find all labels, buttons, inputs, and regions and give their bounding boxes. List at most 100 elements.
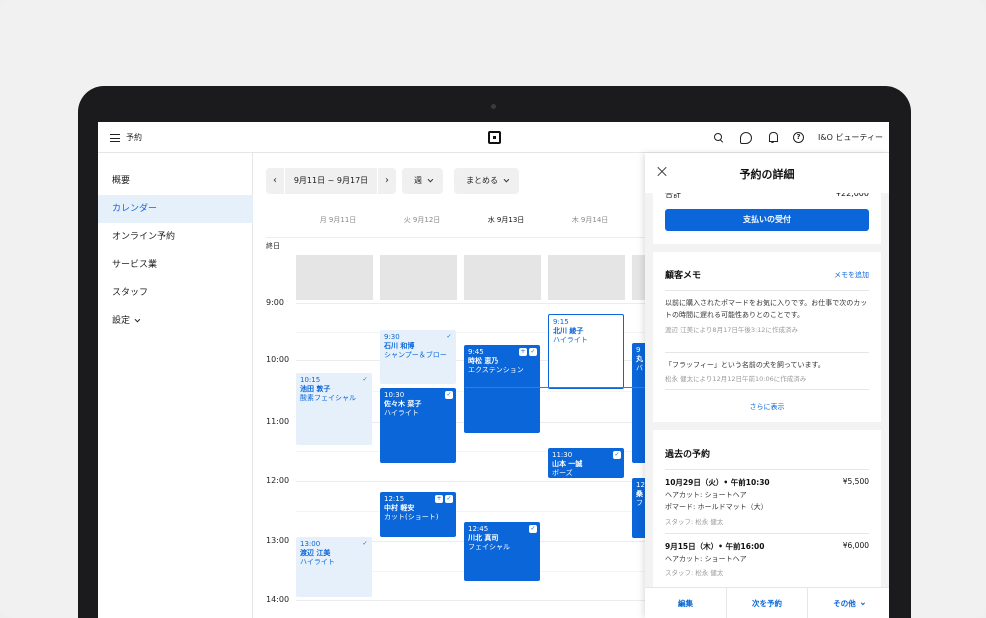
past-bookings-card: 過去の予約 10月29日（火）• 午前10:30 ¥5,500 ヘアカット: シ…	[653, 430, 881, 600]
rebook-button[interactable]: 次を予約	[726, 588, 807, 618]
day-header-tue[interactable]: 火 9月12日	[380, 215, 464, 225]
view-select[interactable]: 週	[402, 168, 443, 194]
blocked-time	[296, 255, 373, 300]
accept-payment-button[interactable]: 支払いの受付	[665, 209, 869, 231]
check-icon: ✓	[362, 376, 368, 383]
appointment-block[interactable]: 11:30 山本 一誠 ボーズ ✓	[548, 448, 624, 478]
past-booking-date[interactable]: 10月29日（火）• 午前10:30	[665, 477, 770, 488]
appointment-block[interactable]: 9:15 北川 綾子 ハイライト	[548, 314, 624, 389]
prev-week-button[interactable]: ‹	[266, 168, 284, 194]
more-button[interactable]: その他	[807, 588, 888, 618]
past-section-title: 過去の予約	[665, 450, 711, 460]
blocked-time	[380, 255, 457, 300]
past-booking-item: ヘアカット: ショートヘア	[665, 491, 747, 499]
date-navigator: ‹ 9月11日 ~ 9月17日 ›	[266, 168, 396, 194]
panel-title: 予約の詳細	[739, 168, 795, 181]
square-logo-icon[interactable]	[488, 131, 501, 144]
blocked-time	[464, 255, 541, 300]
appointment-block[interactable]: 10:15 池田 敦子 酸素フェイシャル ✓	[296, 373, 372, 445]
chat-icon[interactable]	[740, 132, 752, 144]
hour-line	[296, 481, 656, 482]
check-icon: ✓	[529, 348, 537, 356]
past-booking-price: ¥6,000	[842, 541, 869, 550]
past-booking-staff: スタッフ: 松永 健太	[665, 518, 724, 526]
calendar-view: ‹ 9月11日 ~ 9月17日 › 週 まとめる 月 9月11日 火 9月12日…	[253, 153, 656, 618]
appointment-block[interactable]: 9:30 石川 和博 シャンプー＆ブロー ✓	[380, 330, 456, 384]
day-header-wed[interactable]: 水 9月13日	[464, 215, 548, 225]
time-label: 11:00	[266, 417, 290, 426]
payment-card: 合計 ¥22,000 支払いの受付	[653, 189, 881, 244]
appointment-block[interactable]: 10:30 佐々木 菜子 ハイライト ✓	[380, 388, 456, 463]
device-backdrop: 予約 ? I&O ビューティー 概要 カレンダー オンライン予約 サービス業 ス…	[0, 0, 986, 618]
sidebar-item-staff[interactable]: スタッフ	[98, 279, 253, 307]
sidebar-item-overview[interactable]: 概要	[98, 167, 253, 195]
sidebar-item-settings[interactable]: 設定	[98, 307, 253, 335]
divider	[665, 352, 869, 353]
check-icon: ✓	[529, 525, 537, 533]
hour-line	[296, 303, 656, 304]
hamburger-menu-icon[interactable]	[110, 134, 120, 142]
date-range-label[interactable]: 9月11日 ~ 9月17日	[284, 168, 378, 194]
panel-footer: 編集 次を予約 その他	[645, 587, 889, 618]
day-header-mon[interactable]: 月 9月11日	[296, 215, 380, 225]
divider	[665, 290, 869, 291]
edit-button[interactable]: 編集	[645, 588, 726, 618]
memo-text: 「フラッフィー」という名前の犬を飼っています。	[665, 361, 825, 369]
day-header-thu[interactable]: 木 9月14日	[548, 215, 632, 225]
divider	[665, 469, 869, 470]
all-day-label: 終日	[266, 242, 280, 250]
sidebar: 概要 カレンダー オンライン予約 サービス業 スタッフ 設定	[98, 153, 253, 618]
check-icon: ✓	[613, 451, 621, 459]
appointment-detail-panel: 予約の詳細 合計 ¥22,000 支払いの受付 顧客メモ メモを追加 以前に購入…	[645, 153, 889, 618]
show-more-link[interactable]: さらに表示	[653, 402, 881, 412]
divider	[665, 389, 869, 390]
memo-meta: 松永 健太により12月12日午前10:06に作成済み	[665, 375, 807, 383]
past-booking-staff: スタッフ: 松永 健太	[665, 569, 724, 577]
header-divider	[266, 237, 656, 238]
current-time-indicator	[465, 387, 655, 388]
time-label: 14:00	[266, 595, 290, 604]
check-icon: ✓	[445, 391, 453, 399]
chevron-down-icon	[503, 176, 510, 183]
bell-icon[interactable]	[767, 132, 778, 143]
account-name[interactable]: I&O ビューティー	[818, 132, 883, 143]
hour-line	[296, 600, 656, 601]
past-booking-item: ポマード: ホールドマット（大）	[665, 503, 768, 511]
memo-meta: 渡辺 江美により8月17日午後3:12に作成済み	[665, 326, 798, 334]
past-booking-price: ¥5,500	[842, 477, 869, 486]
time-label: 10:00	[266, 355, 290, 364]
add-memo-link[interactable]: メモを追加	[834, 270, 869, 280]
sidebar-item-online-booking[interactable]: オンライン予約	[98, 223, 253, 251]
past-booking-item: ヘアカット: ショートヘア	[665, 555, 747, 563]
half-hour-line	[296, 511, 656, 512]
appointment-block[interactable]: 12:45 川北 真司 フェイシャル ✓	[464, 522, 540, 581]
time-label: 9:00	[266, 298, 284, 307]
sidebar-item-calendar[interactable]: カレンダー	[98, 195, 253, 223]
appointment-block[interactable]: 13:00 渡辺 江美 ハイライト ✓	[296, 537, 372, 597]
app-title: 予約	[126, 133, 142, 142]
check-icon: ✓	[445, 495, 453, 503]
appointment-block[interactable]: 12:15 中村 軽安 カット(ショート) + ✓	[380, 492, 456, 537]
past-booking-date[interactable]: 9月15日（木）• 午前16:00	[665, 541, 764, 552]
panel-header: 予約の詳細	[645, 153, 889, 193]
memo-section-title: 顧客メモ	[665, 271, 702, 281]
time-label: 13:00	[266, 536, 290, 545]
add-icon: +	[519, 348, 527, 356]
top-bar: 予約 ? I&O ビューティー	[98, 122, 889, 153]
sidebar-item-services[interactable]: サービス業	[98, 251, 253, 279]
chevron-down-icon	[134, 316, 141, 323]
memo-text: 以前に購入されたポマードをお気に入りです。お仕事で次のカットの時間に遅れる可能性…	[665, 299, 868, 319]
add-icon: +	[435, 495, 443, 503]
check-icon: ✓	[446, 333, 452, 340]
blocked-time	[548, 255, 625, 300]
appointment-block[interactable]: 9:45 時松 恵乃 エクステンション + ✓	[464, 345, 540, 433]
next-week-button[interactable]: ›	[378, 168, 396, 194]
search-icon[interactable]	[713, 132, 724, 143]
check-icon: ✓	[362, 540, 368, 547]
camera-dot	[491, 104, 496, 109]
chevron-down-icon	[427, 176, 434, 183]
group-select[interactable]: まとめる	[454, 168, 519, 194]
help-icon[interactable]: ?	[793, 132, 804, 143]
time-label: 12:00	[266, 476, 290, 485]
app-screen: 予約 ? I&O ビューティー 概要 カレンダー オンライン予約 サービス業 ス…	[98, 122, 889, 618]
